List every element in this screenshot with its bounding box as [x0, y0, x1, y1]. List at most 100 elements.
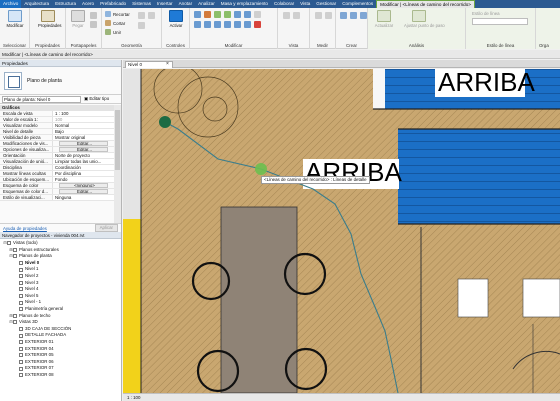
menu-tab-addins[interactable]: Complementos	[339, 0, 376, 8]
measure-icon[interactable]	[315, 12, 322, 19]
browser-item[interactable]: ⊞ Planos estructurales	[0, 247, 121, 254]
paint-icon[interactable]	[138, 22, 145, 29]
browser-item[interactable]: EXTERIOR 04	[0, 346, 121, 353]
browser-item[interactable]: EXTERIOR 07	[0, 365, 121, 372]
browser-item[interactable]: ⊟ Planos de planta	[0, 253, 121, 260]
property-value[interactable]: 100	[53, 117, 114, 122]
browser-item[interactable]: DETALLE FACHADA	[0, 332, 121, 339]
menu-tab-steel[interactable]: Acero	[79, 0, 97, 8]
trim-extend-icon[interactable]	[224, 21, 231, 28]
menu-tab-insert[interactable]: Insertar	[154, 0, 176, 8]
browser-item[interactable]: ⊞ Planos de techo	[0, 313, 121, 320]
browser-item[interactable]: EXTERIOR 08	[0, 372, 121, 379]
hide-icon[interactable]	[283, 12, 290, 19]
property-value[interactable]: Normal	[53, 123, 114, 128]
update-route-button[interactable]: Actualizar	[371, 10, 397, 32]
cut-icon[interactable]	[90, 21, 97, 28]
close-tab-icon[interactable]: ×	[166, 61, 169, 67]
menu-tab-structure[interactable]: Estructura	[52, 0, 79, 8]
browser-item[interactable]: ⊟ Vistas 3D	[0, 319, 121, 326]
browser-item[interactable]: 3D CAJA DE SECCIÓN	[0, 326, 121, 333]
property-value[interactable]: Norte de proyecto	[53, 153, 114, 158]
menu-tab-collaborate[interactable]: Colaborar	[271, 0, 297, 8]
properties-button[interactable]: Propiedades	[38, 10, 62, 32]
browser-item[interactable]: Nivel 1	[0, 266, 121, 273]
dimension-icon[interactable]	[325, 12, 332, 19]
menu-tab-architecture[interactable]: Arquitectura	[21, 0, 52, 8]
path-start-node[interactable]	[159, 116, 171, 128]
adjust-waypoint-button[interactable]: Ajustar punto de paso	[404, 10, 445, 32]
line-style-select[interactable]	[472, 18, 528, 25]
menu-tab-massing[interactable]: Masa y emplazamiento	[218, 0, 271, 8]
create-group-icon[interactable]	[360, 12, 367, 19]
property-value[interactable]: Bajo	[53, 129, 114, 134]
properties-scrollbar[interactable]	[114, 105, 121, 223]
move-icon[interactable]	[194, 21, 201, 28]
modify-button[interactable]: Modificar	[5, 10, 25, 32]
paste-button[interactable]: Pegar	[68, 10, 88, 32]
mirror-axis-icon[interactable]	[214, 11, 221, 18]
delete-icon[interactable]	[254, 21, 261, 28]
browser-item[interactable]: Nivel 0	[0, 260, 121, 267]
menu-tab-precast[interactable]: Prefabricado	[97, 0, 129, 8]
browser-item[interactable]: Nivel 2	[0, 273, 121, 280]
drawing-canvas[interactable]: ARRIBA ARRIBA	[123, 69, 560, 393]
property-value[interactable]: Ninguna	[53, 195, 114, 200]
menu-tab-modify-context[interactable]: Modificar | <Líneas de camino del recorr…	[376, 0, 475, 8]
menu-tab-annotate[interactable]: Anotar	[176, 0, 196, 8]
property-value[interactable]: Fondo	[53, 177, 114, 182]
pin-icon[interactable]	[254, 11, 261, 18]
browser-item[interactable]: Nivel - 1	[0, 299, 121, 306]
menu-tab-analyze[interactable]: Analizar	[195, 0, 218, 8]
apply-button[interactable]: Aplicar	[94, 224, 118, 232]
split-icon[interactable]	[234, 11, 241, 18]
offset-icon[interactable]	[204, 11, 211, 18]
menu-tab-systems[interactable]: Sistemas	[129, 0, 154, 8]
browser-item[interactable]: Planimetría general	[0, 306, 121, 313]
browser-item[interactable]: Nivel 3	[0, 280, 121, 287]
property-row[interactable]: Estilo de visualizaci... Ninguna	[0, 195, 114, 201]
menu-tab-view[interactable]: Vista	[297, 0, 313, 8]
path-waypoint-node[interactable]	[255, 163, 267, 175]
copy-element-icon[interactable]	[204, 21, 211, 28]
create-assembly-icon[interactable]	[340, 12, 347, 19]
property-edit-button[interactable]: Editar...	[59, 147, 108, 152]
property-value[interactable]: Mostrar original	[53, 135, 114, 140]
cut-geometry-button[interactable]: Cortar	[105, 20, 125, 26]
array-icon[interactable]	[234, 21, 241, 28]
property-edit-button[interactable]: <ninguno>	[59, 183, 108, 188]
property-value[interactable]: Limpiar todas las unio...	[53, 159, 114, 164]
menu-tab-manage[interactable]: Gestionar	[313, 0, 339, 8]
scroll-thumb[interactable]	[115, 110, 120, 170]
trim-icon[interactable]	[244, 11, 251, 18]
properties-help-link[interactable]: Ayuda de propiedades	[3, 226, 47, 231]
cope-button[interactable]: Recortar	[105, 11, 130, 17]
browser-item[interactable]: EXTERIOR 01	[0, 339, 121, 346]
scale-icon[interactable]	[244, 21, 251, 28]
property-value[interactable]: Coordinación	[53, 165, 114, 170]
property-value[interactable]: 1 : 100	[53, 111, 114, 116]
browser-item[interactable]: EXTERIOR 05	[0, 352, 121, 359]
rotate-icon[interactable]	[214, 21, 221, 28]
create-parts-icon[interactable]	[350, 12, 357, 19]
view-scale[interactable]: 1 : 100	[127, 395, 140, 400]
edit-type-button[interactable]: ▣ Editar tipo	[84, 96, 109, 102]
property-edit-button[interactable]: Editar...	[59, 141, 108, 146]
copy-icon[interactable]	[90, 12, 97, 19]
browser-item[interactable]: ⊟ Vistas (todo)	[0, 240, 121, 247]
type-selector[interactable]: Plano de planta	[0, 67, 121, 95]
property-value[interactable]: Por disciplina	[53, 171, 114, 176]
menu-tab-file[interactable]: Archivo	[0, 0, 22, 8]
instance-filter-select[interactable]: Plano de planta: Nivel 0	[2, 95, 81, 103]
plan-drawing[interactable]: ARRIBA ARRIBA	[123, 69, 560, 393]
wall-joins-icon[interactable]	[138, 12, 145, 19]
align-icon[interactable]	[194, 11, 201, 18]
browser-item[interactable]: Nivel 4	[0, 286, 121, 293]
property-edit-button[interactable]: Editar...	[59, 189, 108, 194]
browser-item[interactable]: EXTERIOR 06	[0, 359, 121, 366]
activate-button[interactable]: Activar	[166, 10, 186, 32]
mirror-draw-icon[interactable]	[224, 11, 231, 18]
join-button[interactable]: Unir	[105, 29, 121, 35]
override-graphics-icon[interactable]	[293, 12, 300, 19]
browser-item[interactable]: Nivel 5	[0, 293, 121, 300]
